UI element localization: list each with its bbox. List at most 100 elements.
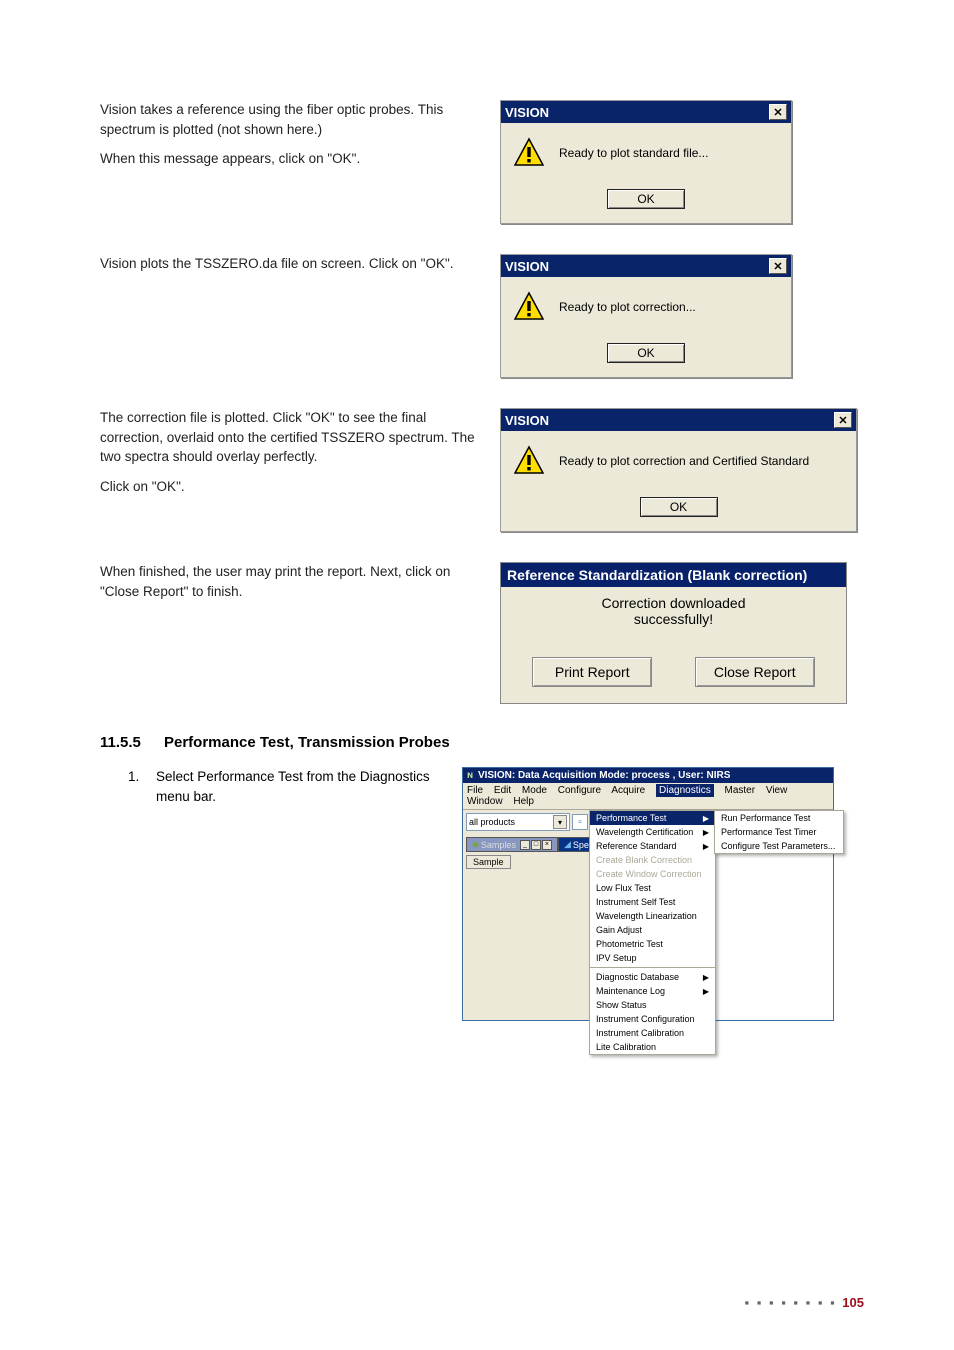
body-text: The correction file is plotted. Click "O… [100, 408, 490, 467]
ok-button[interactable]: OK [607, 189, 685, 209]
print-report-button[interactable]: Print Report [532, 657, 652, 687]
dialog-title: VISION [505, 259, 549, 274]
close-report-button[interactable]: Close Report [695, 657, 815, 687]
chevron-right-icon: ▶ [703, 814, 709, 823]
menu-view[interactable]: View [766, 785, 788, 796]
menu-item-label: Gain Adjust [596, 925, 642, 935]
menu-item[interactable]: Low Flux Test [590, 881, 715, 895]
menu-item[interactable]: Diagnostic Database ▶ [590, 970, 715, 984]
menu-item[interactable]: Wavelength Linearization [590, 909, 715, 923]
close-icon[interactable]: ✕ [834, 412, 852, 428]
menubar[interactable]: File Edit Mode Configure Acquire Diagnos… [463, 783, 833, 810]
dialog-message: Ready to plot correction... [559, 300, 696, 314]
menu-item[interactable]: Instrument Calibration [590, 1026, 715, 1040]
body-text: Vision takes a reference using the fiber… [100, 100, 490, 139]
menu-item-label: Create Window Correction [596, 869, 702, 879]
menu-item-label: Show Status [596, 1000, 647, 1010]
menu-item-label: Lite Calibration [596, 1042, 656, 1052]
ok-button[interactable]: OK [607, 343, 685, 363]
menu-item-label: Instrument Configuration [596, 1014, 695, 1024]
product-combo[interactable]: all products ▾ [466, 813, 570, 831]
chevron-down-icon[interactable]: ▾ [553, 815, 567, 829]
menu-item-label: Instrument Self Test [596, 897, 675, 907]
performance-test-submenu[interactable]: Run Performance TestPerformance Test Tim… [714, 810, 844, 854]
menu-item-label: Instrument Calibration [596, 1028, 684, 1038]
menu-item[interactable]: Instrument Self Test [590, 895, 715, 909]
menu-item-label: Create Blank Correction [596, 855, 692, 865]
paragraph-block: When finished, the user may print the re… [100, 562, 490, 611]
chevron-right-icon: ▶ [703, 973, 709, 982]
paragraph-block: The correction file is plotted. Click "O… [100, 408, 490, 506]
tab-icon: ◢ [564, 839, 571, 850]
menu-item-label: Performance Test [596, 813, 666, 823]
menu-item[interactable]: Photometric Test [590, 937, 715, 951]
app-title: VISION: Data Acquisition Mode: process ,… [478, 770, 730, 781]
chevron-right-icon: ▶ [703, 987, 709, 996]
new-icon[interactable]: ▫ [572, 814, 588, 830]
body-text: When this message appears, click on "OK"… [100, 149, 490, 169]
section-title: Performance Test, Transmission Probes [164, 734, 450, 751]
sample-button[interactable]: Sample [466, 855, 511, 869]
step-number: 1. [100, 767, 156, 806]
menu-item[interactable]: Performance Test ▶ [590, 811, 715, 825]
maximize-icon[interactable]: □ [531, 840, 541, 850]
menu-file[interactable]: File [467, 785, 483, 796]
menu-item[interactable]: IPV Setup [590, 951, 715, 965]
chevron-right-icon: ▶ [703, 842, 709, 851]
combo-value: all products [469, 817, 515, 827]
dialog-message: Ready to plot correction and Certified S… [559, 454, 809, 468]
section-heading: 11.5.5 Performance Test, Transmission Pr… [100, 734, 864, 751]
warning-icon [513, 445, 545, 477]
submenu-item[interactable]: Performance Test Timer [715, 825, 843, 839]
menu-item[interactable]: Gain Adjust [590, 923, 715, 937]
menu-item[interactable]: Wavelength Certification▶ [590, 825, 715, 839]
submenu-item[interactable]: Run Performance Test [715, 811, 843, 825]
menu-mode[interactable]: Mode [522, 785, 547, 796]
page-footer: ▪ ▪ ▪ ▪ ▪ ▪ ▪ ▪ 105 [745, 1295, 864, 1310]
ok-button[interactable]: OK [640, 497, 718, 517]
menu-item-label: Diagnostic Database [596, 972, 679, 982]
menu-item: Create Window Correction [590, 867, 715, 881]
body-text: Vision plots the TSSZERO.da file on scre… [100, 254, 490, 274]
menu-item[interactable]: Show Status [590, 998, 715, 1012]
menu-item[interactable]: Lite Calibration [590, 1040, 715, 1054]
dialog-report: Reference Standardization (Blank correct… [500, 562, 847, 704]
menu-help[interactable]: Help [513, 796, 534, 807]
dialog-message: Ready to plot standard file... [559, 146, 708, 160]
dialog-vision: VISION ✕ Ready to plot correction and Ce… [500, 408, 857, 532]
menu-item[interactable]: Reference Standard▶ [590, 839, 715, 853]
body-text: Click on "OK". [100, 477, 490, 497]
menu-acquire[interactable]: Acquire [611, 785, 645, 796]
menu-edit[interactable]: Edit [494, 785, 511, 796]
step-block: 1. Select Performance Test from the Diag… [100, 767, 440, 806]
submenu-item[interactable]: Configure Test Parameters... [715, 839, 843, 853]
body-text: When finished, the user may print the re… [100, 562, 490, 601]
menu-item-label: IPV Setup [596, 953, 637, 963]
menu-item[interactable]: Instrument Configuration [590, 1012, 715, 1026]
menu-diagnostics[interactable]: Diagnostics [656, 784, 714, 797]
menu-item-label: Wavelength Linearization [596, 911, 697, 921]
menu-window[interactable]: Window [467, 796, 503, 807]
dialog-vision: VISION ✕ Ready to plot correction... OK [500, 254, 792, 378]
dialog-message: successfully! [511, 611, 836, 627]
menu-configure[interactable]: Configure [558, 785, 601, 796]
dialog-message: Correction downloaded [511, 595, 836, 611]
minimize-icon[interactable]: _ [520, 840, 530, 850]
dialog-title: VISION [505, 105, 549, 120]
close-icon[interactable]: ✕ [769, 258, 787, 274]
diagnostics-dropdown[interactable]: Performance Test▶Wavelength Certificatio… [589, 810, 716, 1055]
tab-samples[interactable]: ◆ Samples _□× [466, 837, 558, 852]
chevron-right-icon: ▶ [703, 828, 709, 837]
footer-dots: ▪ ▪ ▪ ▪ ▪ ▪ ▪ ▪ [745, 1295, 843, 1310]
step-text: Select Performance Test from the Diagnos… [156, 767, 440, 806]
menu-item-label: Low Flux Test [596, 883, 651, 893]
menu-item[interactable]: Maintenance Log▶ [590, 984, 715, 998]
menu-master[interactable]: Master [724, 785, 755, 796]
app-window: ɴ VISION: Data Acquisition Mode: process… [462, 767, 834, 1021]
dialog-title: VISION [505, 413, 549, 428]
paragraph-block: Vision takes a reference using the fiber… [100, 100, 490, 179]
close-icon[interactable]: × [542, 840, 552, 850]
menu-item: Create Blank Correction [590, 853, 715, 867]
close-icon[interactable]: ✕ [769, 104, 787, 120]
paragraph-block: Vision plots the TSSZERO.da file on scre… [100, 254, 490, 284]
